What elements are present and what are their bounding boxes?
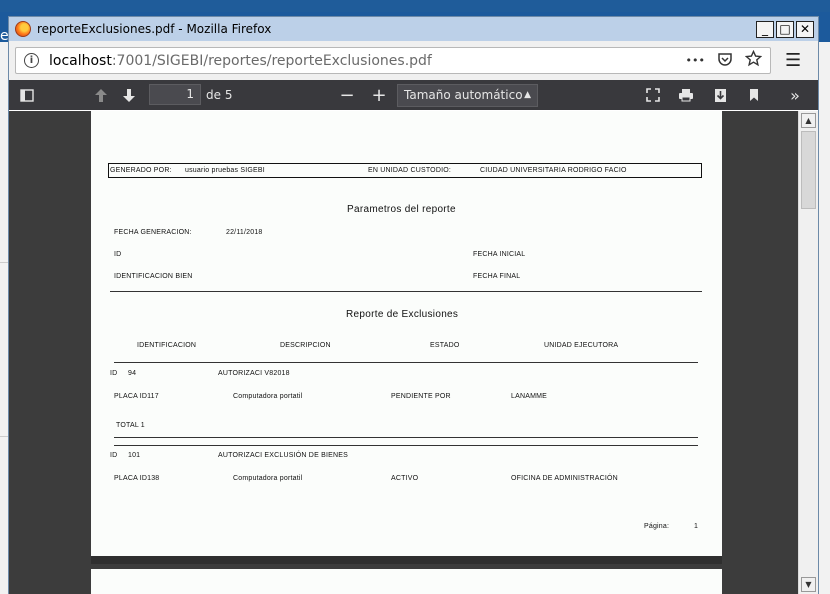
column-header: ESTADO [430, 342, 460, 349]
pdf-viewer[interactable]: GENERADO POR: usuario pruebas SIGEBI EN … [9, 111, 798, 594]
group-autorizacion: AUTORIZACI V82018 [218, 370, 290, 377]
firefox-popup-window: reporteExclusiones.pdf - Mozilla Firefox… [8, 16, 819, 594]
url-host: localhost [49, 52, 112, 69]
unidad-custodio-label: EN UNIDAD CUSTODIO: [368, 167, 452, 174]
url-row: i localhost:7001/SIGEBI/reportes/reporte… [9, 41, 818, 80]
group-id-label: ID [110, 370, 118, 377]
background-topbar [0, 0, 830, 12]
row-unidad: OFICINA DE ADMINISTRACIÓN [511, 475, 618, 482]
vertical-scrollbar[interactable]: ▲ ▼ [798, 111, 818, 594]
download-icon[interactable] [711, 80, 729, 110]
row-estado: PENDIENTE POR [391, 393, 451, 400]
fecha-generacion-label: FECHA GENERACION: [114, 229, 192, 236]
scroll-thumb[interactable] [801, 131, 816, 209]
id-param-label: ID [114, 251, 122, 258]
column-header: DESCRIPCION [280, 342, 331, 349]
table-divider [114, 362, 698, 363]
section-divider [110, 291, 702, 292]
bookmark-star-icon[interactable] [744, 49, 763, 71]
unidad-custodio-value: CIUDAD UNIVERSITARIA RODRIGO FACIO [480, 167, 627, 174]
group-total: TOTAL 1 [116, 422, 145, 429]
group-divider [114, 437, 698, 438]
next-page-icon[interactable] [119, 80, 139, 110]
title-bar[interactable]: reporteExclusiones.pdf - Mozilla Firefox… [9, 17, 818, 41]
presentation-mode-icon[interactable] [644, 80, 662, 110]
tools-chevron-icon[interactable]: » [785, 80, 805, 110]
column-header: IDENTIFICACION [137, 342, 197, 349]
params-title: Parametros del reporte [347, 204, 456, 215]
page-actions-icon[interactable]: ••• [686, 54, 705, 67]
hamburger-menu-icon[interactable]: ☰ [785, 50, 801, 71]
pdf-page: GENERADO POR: usuario pruebas SIGEBI EN … [91, 111, 722, 556]
info-icon[interactable]: i [24, 53, 39, 68]
row-descripcion: Computadora portatil [233, 393, 303, 400]
zoom-select[interactable]: Tamaño automático ▲ [397, 84, 538, 107]
window-title: reporteExclusiones.pdf - Mozilla Firefox [37, 22, 272, 36]
generado-por-value: usuario pruebas SIGEBI [185, 167, 265, 174]
url-bar[interactable]: i localhost:7001/SIGEBI/reportes/reporte… [15, 47, 771, 74]
pdf-toolbar: 1 de 5 − + Tamaño automático ▲ » [9, 80, 818, 110]
sidebar-toggle-icon[interactable] [17, 80, 37, 110]
group-id-value: 94 [128, 370, 137, 377]
page-footer-label: Página: [644, 523, 670, 530]
row-unidad: LANAMME [511, 393, 548, 400]
column-header: UNIDAD EJECUTORA [544, 342, 619, 349]
page-gap [91, 556, 722, 564]
fecha-generacion-value: 22/11/2018 [226, 229, 263, 236]
print-icon[interactable] [677, 80, 695, 110]
maximize-button[interactable]: □ [776, 20, 794, 38]
previous-page-icon[interactable] [91, 80, 111, 110]
minimize-button[interactable]: _ [756, 20, 774, 38]
generado-por-label: GENERADO POR: [110, 167, 172, 174]
bookmark-icon[interactable] [745, 80, 763, 110]
page-count: de 5 [206, 88, 233, 102]
row-placa: PLACA ID117 [114, 393, 159, 400]
row-placa: PLACA ID138 [114, 475, 160, 482]
group-autorizacion: AUTORIZACI EXCLUSIÓN DE BIENES [218, 452, 348, 459]
zoom-out-icon[interactable]: − [339, 80, 355, 110]
zoom-in-icon[interactable]: + [371, 80, 387, 110]
group-divider [114, 445, 698, 446]
group-id-value: 101 [128, 452, 141, 459]
group-id-label: ID [110, 452, 118, 459]
close-button[interactable]: ✕ [796, 20, 814, 38]
scroll-down-icon[interactable]: ▼ [801, 577, 816, 592]
identificacion-bien-label: IDENTIFICACION BIEN [114, 273, 193, 280]
caret-updown-icon: ▲ [524, 90, 531, 100]
row-descripcion: Computadora portatil [233, 475, 303, 482]
fecha-final-label: FECHA FINAL [473, 273, 521, 280]
scroll-up-icon[interactable]: ▲ [801, 113, 816, 128]
fecha-inicial-label: FECHA INICIAL [473, 251, 526, 258]
pdf-page-next [91, 569, 722, 594]
pocket-icon[interactable] [717, 51, 733, 71]
firefox-icon [15, 21, 31, 37]
page-footer-value: 1 [694, 523, 699, 530]
url-path: :7001/SIGEBI/reportes/reporteExclusiones… [111, 52, 432, 69]
page-number-input[interactable]: 1 [149, 84, 201, 105]
zoom-value: Tamaño automático [404, 88, 523, 102]
report-title: Reporte de Exclusiones [346, 309, 459, 320]
row-estado: ACTIVO [391, 475, 419, 482]
